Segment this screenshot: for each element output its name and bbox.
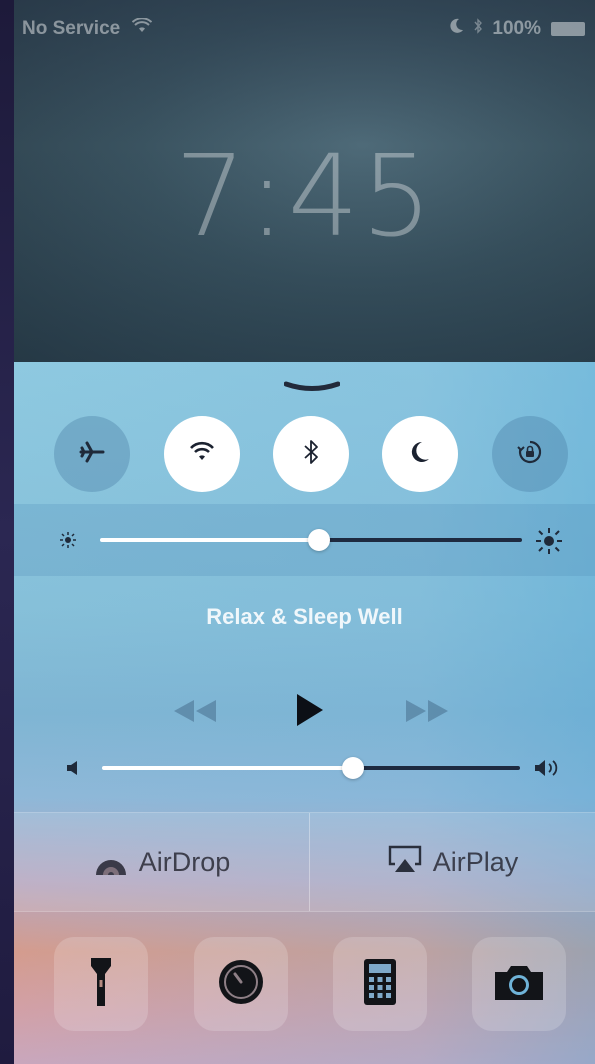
brightness-track-filled [100, 538, 320, 542]
calculator-button[interactable] [333, 937, 427, 1031]
brightness-track-empty [319, 538, 522, 542]
grabber-handle-icon[interactable] [283, 380, 341, 391]
status-right: 100% [450, 18, 585, 40]
volume-slider-thumb[interactable] [341, 757, 364, 779]
battery-icon [551, 22, 585, 36]
toggle-row [14, 416, 595, 496]
carrier-label: No Service [22, 18, 121, 40]
wifi-icon [189, 441, 215, 468]
lock-screen-time: 7:45 [174, 132, 435, 262]
now-playing-title: Relax & Sleep Well [206, 604, 403, 629]
shortcut-row [14, 937, 595, 1037]
airplay-label: AirPlay [432, 846, 519, 877]
airdrop-icon [93, 841, 129, 884]
wifi-toggle[interactable] [164, 416, 240, 492]
battery-percent: 100% [492, 18, 541, 39]
wifi-status-icon [131, 17, 152, 40]
airplane-icon [78, 438, 106, 471]
airdrop-label: AirDrop [138, 846, 231, 877]
brightness-high-icon [534, 526, 564, 561]
bluetooth-toggle[interactable] [273, 416, 349, 492]
fast-forward-icon[interactable] [404, 698, 450, 729]
phone-screen: No Service 100% 7:45 Relax & Sleep Well … [14, 0, 595, 1064]
status-bar: No Service 100% [22, 14, 585, 42]
airplane-mode-toggle[interactable] [54, 416, 130, 492]
airplay-button[interactable]: AirPlay [310, 813, 595, 911]
control-center: Relax & Sleep Well AirDrop AirPlay [14, 362, 595, 1064]
rotation-lock-toggle[interactable] [492, 416, 568, 492]
rotation-lock-icon [516, 438, 544, 471]
volume-high-icon [534, 758, 562, 783]
camera-icon [493, 962, 545, 1007]
volume-low-icon [66, 760, 80, 781]
calculator-icon [363, 958, 397, 1011]
volume-track-empty [352, 766, 520, 770]
brightness-control [14, 504, 595, 576]
camera-button[interactable] [472, 937, 566, 1031]
moon-icon [409, 440, 431, 469]
flashlight-button[interactable] [54, 937, 148, 1031]
airdrop-airplay-row: AirDrop AirPlay [14, 812, 595, 912]
playback-controls [14, 690, 595, 730]
timer-button[interactable] [194, 937, 288, 1031]
volume-track-filled [102, 766, 353, 770]
rewind-icon[interactable] [172, 698, 218, 729]
bluetooth-status-icon [474, 18, 483, 40]
moon-status-icon [450, 18, 464, 40]
lock-screen-wallpaper: No Service 100% 7:45 [14, 0, 595, 362]
airplay-icon [387, 844, 423, 881]
status-left: No Service [22, 17, 152, 40]
brightness-low-icon [58, 530, 78, 555]
airdrop-button[interactable]: AirDrop [14, 813, 309, 911]
bluetooth-icon [303, 438, 319, 471]
volume-control [14, 750, 595, 786]
flashlight-icon [90, 956, 112, 1013]
play-icon[interactable] [295, 692, 325, 733]
brightness-slider-thumb[interactable] [308, 529, 331, 551]
do-not-disturb-toggle[interactable] [382, 416, 458, 492]
timer-icon [216, 957, 266, 1012]
